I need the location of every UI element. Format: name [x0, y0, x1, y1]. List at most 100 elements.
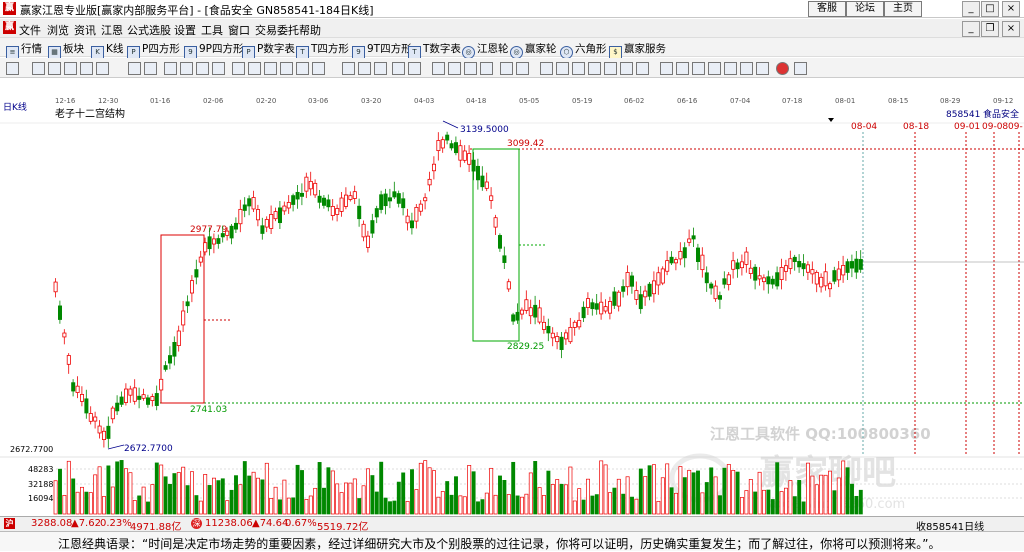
menu-gann[interactable]: 江恩 [101, 22, 123, 38]
draw-tool-icon-30[interactable] [708, 62, 721, 75]
volume-bar [212, 477, 216, 515]
candle-body [489, 195, 494, 201]
layout-icon[interactable] [6, 62, 19, 75]
menu-settings[interactable]: 设置 [174, 22, 196, 38]
volume-bar [190, 471, 194, 515]
first-page-icon[interactable] [164, 62, 177, 75]
draw-tool-icon-33[interactable] [756, 62, 769, 75]
dropdown-arrow-icon[interactable] [828, 118, 834, 122]
winner-wheel-button[interactable]: ◎ 赢家轮 [510, 41, 557, 59]
child-close-icon[interactable]: × [1002, 21, 1020, 37]
draw-tool-icon-4[interactable] [80, 62, 93, 75]
draw-tool-icon-1[interactable] [32, 62, 45, 75]
line-icon[interactable] [374, 62, 387, 75]
draw-tool-icon-21[interactable] [556, 62, 569, 75]
hand-icon[interactable] [342, 62, 355, 75]
candle-body [542, 321, 547, 330]
9p-square-button[interactable]: 9 9P四方形 [184, 41, 244, 59]
menu-formula[interactable]: 公式选股 [127, 22, 171, 38]
candle-body [352, 191, 357, 199]
menu-info[interactable]: 资讯 [74, 22, 96, 38]
candle-body [220, 233, 225, 238]
window-title: 赢家江恩专业版[赢家内部服务平台] - [食品安全 GN858541-184日K… [20, 4, 374, 17]
volume-bar [401, 472, 406, 515]
gann-wheel-button[interactable]: ◎ 江恩轮 [462, 41, 509, 59]
draw-tool-icon-3[interactable] [64, 62, 77, 75]
volume-bar [709, 467, 714, 515]
draw-tool-icon-25[interactable] [620, 62, 633, 75]
draw-tool-icon-20[interactable] [540, 62, 553, 75]
menu-browse[interactable]: 浏览 [47, 22, 69, 38]
draw-tool-icon-9[interactable] [280, 62, 293, 75]
zoom-in-icon[interactable] [232, 62, 245, 75]
draw-tool-icon-7[interactable] [144, 62, 157, 75]
hexagon-button[interactable]: ⬡ 六角形 [560, 41, 607, 59]
draw-tool-icon-18[interactable] [500, 62, 513, 75]
t-number-table-button[interactable]: T T数字表 [408, 41, 461, 59]
draw-tool-icon-23[interactable] [588, 62, 601, 75]
candle-body [80, 394, 85, 402]
close-icon[interactable]: × [1002, 1, 1020, 17]
infinity-icon[interactable] [794, 62, 807, 75]
zoom-out-icon[interactable] [248, 62, 261, 75]
draw-tool-icon-22[interactable] [572, 62, 585, 75]
draw-tool-icon-5[interactable] [96, 62, 109, 75]
kline-chart[interactable]: 江恩工具软件 QQ:100800360 赢家聊吧 liaoba.yingjia3… [0, 100, 1024, 516]
draw-tool-icon-10[interactable] [296, 62, 309, 75]
draw-tool-icon-24[interactable] [604, 62, 617, 75]
record-icon[interactable] [776, 62, 789, 75]
menu-tools[interactable]: 工具 [201, 22, 223, 38]
candle-body [93, 416, 98, 422]
child-minimize-icon[interactable]: _ [962, 21, 980, 37]
p-square-button[interactable]: P P四方形 [127, 41, 180, 59]
draw-tool-icon-16[interactable] [464, 62, 477, 75]
draw-tool-icon-8[interactable] [264, 62, 277, 75]
9t-square-button[interactable]: 9 9T四方形 [352, 41, 412, 59]
draw-tool-icon-29[interactable] [692, 62, 705, 75]
volume-bar [726, 464, 731, 515]
crosshair-icon[interactable] [358, 62, 371, 75]
menu-window[interactable]: 窗口 [228, 22, 250, 38]
sector-button[interactable]: ▦ 板块 [48, 41, 84, 59]
child-restore-icon[interactable]: ❐ [981, 21, 999, 37]
draw-tool-icon-15[interactable] [448, 62, 461, 75]
candle-body [511, 314, 516, 322]
draw-tool-icon-32[interactable] [740, 62, 753, 75]
draw-tool-icon-26[interactable] [636, 62, 649, 75]
draw-tool-icon-17[interactable] [480, 62, 493, 75]
menu-file[interactable]: 文件 [19, 22, 41, 38]
draw-tool-icon-31[interactable] [724, 62, 737, 75]
forum-button[interactable]: 论坛 [846, 1, 884, 17]
volume-bar [823, 474, 828, 515]
p-number-table-button[interactable]: P P数字表 [242, 41, 295, 59]
menu-trade[interactable]: 交易委托 [255, 22, 299, 38]
sh-index-pct: 0.23% [100, 518, 132, 529]
draw-tool-icon-19[interactable] [516, 62, 529, 75]
draw-tool-icon-12[interactable] [392, 62, 405, 75]
next-icon[interactable] [212, 62, 225, 75]
prev-icon[interactable] [196, 62, 209, 75]
volume-bar [660, 477, 665, 515]
homepage-button[interactable]: 主页 [884, 1, 922, 17]
draw-tool-icon-14[interactable] [432, 62, 445, 75]
t-square-button[interactable]: T T四方形 [296, 41, 349, 59]
prev-page-icon[interactable] [180, 62, 193, 75]
draw-tool-icon-2[interactable] [48, 62, 61, 75]
draw-tool-icon-28[interactable] [676, 62, 689, 75]
draw-tool-icon-11[interactable] [312, 62, 325, 75]
volume-bar [150, 484, 155, 515]
maximize-icon[interactable]: □ [981, 1, 999, 17]
quote-button[interactable]: ≡ 行情 [6, 41, 42, 59]
draw-tool-icon-13[interactable] [408, 62, 421, 75]
winner-service-button[interactable]: $ 赢家服务 [609, 41, 666, 59]
menu-help[interactable]: 帮助 [299, 22, 321, 38]
volume-bar [621, 493, 626, 515]
kline-button[interactable]: K K线 [91, 41, 123, 59]
service-button[interactable]: 客服 [808, 1, 846, 17]
volume-bar [339, 492, 344, 515]
draw-tool-icon-27[interactable] [660, 62, 673, 75]
main-toolbar: ≡ 行情 ▦ 板块 K K线 P P四方形 9 9P四方形 P P数字表 T T四方形 9 9T… [0, 37, 1024, 59]
volume-bar [797, 480, 802, 515]
minimize-icon[interactable]: _ [962, 1, 980, 17]
draw-tool-icon-6[interactable] [128, 62, 141, 75]
